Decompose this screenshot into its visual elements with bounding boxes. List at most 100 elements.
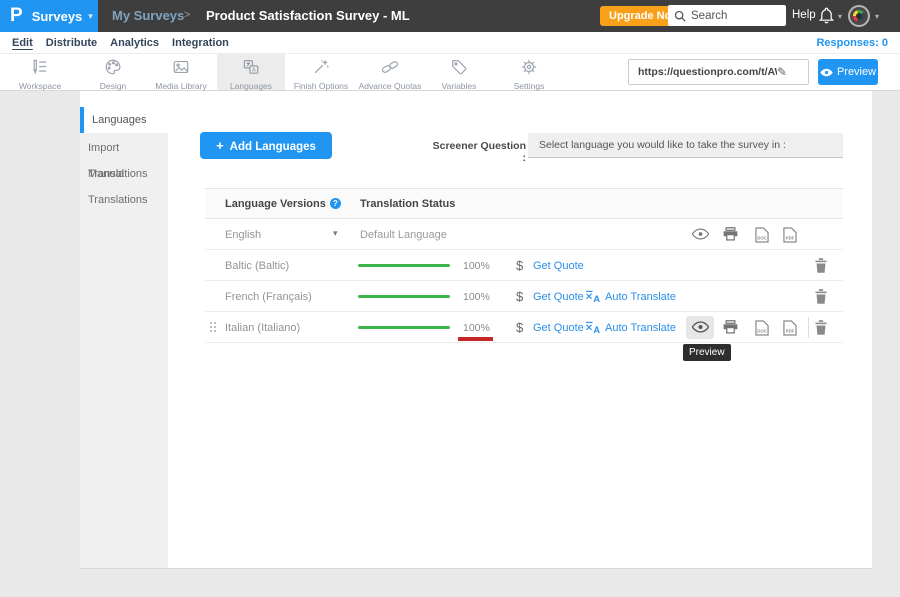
- tab-languages[interactable]: A Languages: [217, 54, 285, 90]
- product-menu[interactable]: P Surveys ▾: [0, 0, 98, 32]
- export-doc-icon[interactable]: DOC: [755, 227, 769, 248]
- preview-button[interactable]: Preview: [818, 59, 878, 85]
- tab-settings[interactable]: Settings: [495, 54, 563, 90]
- tag-icon: [450, 58, 468, 76]
- get-quote-link[interactable]: Get Quote: [533, 322, 584, 334]
- product-menu-label: Surveys: [32, 9, 83, 24]
- languages-translate-icon: A: [242, 58, 260, 76]
- global-search[interactable]: [668, 5, 786, 26]
- page-background: Languages Import Translations Manual Tra…: [0, 91, 900, 597]
- auto-translate-icon[interactable]: A: [585, 290, 600, 308]
- screener-question-field[interactable]: Select language you would like to take t…: [528, 133, 843, 158]
- translation-percent: 100%: [463, 260, 490, 272]
- svg-text:A: A: [593, 325, 600, 334]
- plus-icon: +: [216, 138, 224, 153]
- design-palette-icon: [104, 58, 122, 76]
- svg-text:DOC: DOC: [757, 329, 767, 334]
- workspace-icon: [31, 58, 49, 76]
- language-name: Italian (Italiano): [225, 322, 300, 334]
- preview-tooltip: Preview: [683, 344, 731, 361]
- table-row-english: English ▾ Default Language DOC PDF: [205, 219, 843, 250]
- search-input[interactable]: [691, 10, 779, 22]
- print-icon[interactable]: [723, 320, 738, 339]
- delete-trash-icon[interactable]: [815, 289, 827, 309]
- language-dropdown-caret-icon[interactable]: ▾: [333, 228, 338, 239]
- sidebar-item-manual-translations[interactable]: Manual Translations: [80, 161, 168, 187]
- col-language-versions: Language Versions?: [225, 198, 341, 210]
- search-icon: [674, 10, 686, 22]
- icon-divider: [808, 317, 809, 338]
- print-icon[interactable]: [723, 227, 738, 246]
- auto-translate-link[interactable]: Auto Translate: [605, 322, 676, 334]
- bell-caret-icon[interactable]: ▾: [838, 12, 842, 21]
- table-row-french: French (Français) 100% $ Get Quote A Aut…: [205, 281, 843, 312]
- preview-button-label: Preview: [837, 66, 876, 78]
- svg-text:PDF: PDF: [786, 236, 795, 241]
- tab-design[interactable]: Design: [79, 54, 147, 90]
- survey-url-text: https://questionpro.com/t/AW22Zd1S1: [629, 66, 777, 78]
- delete-trash-icon[interactable]: [815, 258, 827, 278]
- drag-handle-icon[interactable]: [210, 322, 212, 324]
- responses-count[interactable]: Responses: 0: [816, 37, 888, 49]
- auto-translate-link[interactable]: Auto Translate: [605, 291, 676, 303]
- breadcrumb-separator: >: [184, 9, 190, 21]
- chevron-down-icon: ▾: [88, 11, 93, 22]
- edit-url-pencil-icon[interactable]: ✎: [777, 65, 787, 79]
- sidebar-item-languages[interactable]: Languages: [80, 107, 168, 133]
- add-languages-label: Add Languages: [230, 141, 316, 153]
- gear-icon: [520, 58, 538, 76]
- dollar-icon[interactable]: $: [516, 289, 523, 304]
- delete-trash-icon[interactable]: [815, 320, 827, 340]
- top-bar: P Surveys ▾ My Surveys > Product Satisfa…: [0, 0, 900, 32]
- preview-eye-icon[interactable]: [692, 227, 709, 245]
- tab-advance-quotas[interactable]: Advance Quotas: [356, 54, 424, 90]
- language-name: French (Français): [225, 291, 312, 303]
- svg-text:A: A: [252, 68, 256, 74]
- language-name: Baltic (Baltic): [225, 260, 289, 272]
- languages-card: Languages Import Translations Manual Tra…: [80, 91, 872, 568]
- tab-media-library[interactable]: Media Library: [147, 54, 215, 90]
- get-quote-link[interactable]: Get Quote: [533, 291, 584, 303]
- export-pdf-icon[interactable]: PDF: [783, 227, 797, 248]
- dollar-icon[interactable]: $: [516, 258, 523, 273]
- nav-distribute[interactable]: Distribute: [46, 37, 97, 49]
- help-question-icon[interactable]: ?: [330, 198, 341, 209]
- nav-integration[interactable]: Integration: [172, 37, 229, 49]
- table-header: Language Versions? Translation Status: [205, 188, 843, 219]
- language-name[interactable]: English: [225, 229, 261, 241]
- tab-variables[interactable]: Variables: [425, 54, 493, 90]
- media-library-icon: [172, 58, 190, 76]
- avatar-caret-icon[interactable]: ▾: [875, 12, 879, 21]
- translation-percent: 100%: [463, 322, 490, 334]
- sidebar-item-import-translations[interactable]: Import Translations: [80, 135, 168, 161]
- translation-progress-bar: [358, 295, 450, 298]
- table-row-baltic: Baltic (Baltic) 100% $ Get Quote: [205, 250, 843, 281]
- preview-eye-icon[interactable]: [692, 320, 709, 338]
- tab-workspace[interactable]: Workspace: [6, 54, 74, 90]
- nav-edit[interactable]: Edit: [12, 37, 33, 49]
- tab-finish-options[interactable]: Finish Options: [287, 54, 355, 90]
- survey-url-field[interactable]: https://questionpro.com/t/AW22Zd1S1 ✎: [628, 59, 809, 85]
- table-row-italian: Italian (Italiano) 100% $ Get Quote A Au…: [205, 312, 843, 343]
- eye-icon: [820, 68, 833, 77]
- get-quote-link[interactable]: Get Quote: [533, 260, 584, 272]
- breadcrumb-my-surveys[interactable]: My Surveys: [112, 8, 184, 23]
- export-pdf-icon[interactable]: PDF: [783, 320, 797, 341]
- translation-progress-bar: [358, 264, 450, 267]
- survey-title: Product Satisfaction Survey - ML: [206, 8, 410, 23]
- sidebar-panel: Import Translations Manual Translations: [80, 133, 168, 568]
- nav-analytics[interactable]: Analytics: [110, 37, 159, 49]
- dollar-icon[interactable]: $: [516, 320, 523, 335]
- svg-text:PDF: PDF: [786, 329, 795, 334]
- add-languages-button[interactable]: + Add Languages: [200, 132, 332, 159]
- avatar[interactable]: [848, 5, 870, 27]
- notifications-bell-icon[interactable]: [819, 7, 834, 29]
- chain-links-icon: [381, 58, 399, 76]
- gauge-icon: [853, 10, 865, 22]
- export-doc-icon[interactable]: DOC: [755, 320, 769, 341]
- auto-translate-icon[interactable]: A: [585, 321, 600, 339]
- default-language-label: Default Language: [360, 229, 447, 241]
- red-annotation-underline: [458, 337, 493, 341]
- screener-question-label: Screener Question :: [432, 140, 526, 164]
- help-link[interactable]: Help: [792, 9, 816, 21]
